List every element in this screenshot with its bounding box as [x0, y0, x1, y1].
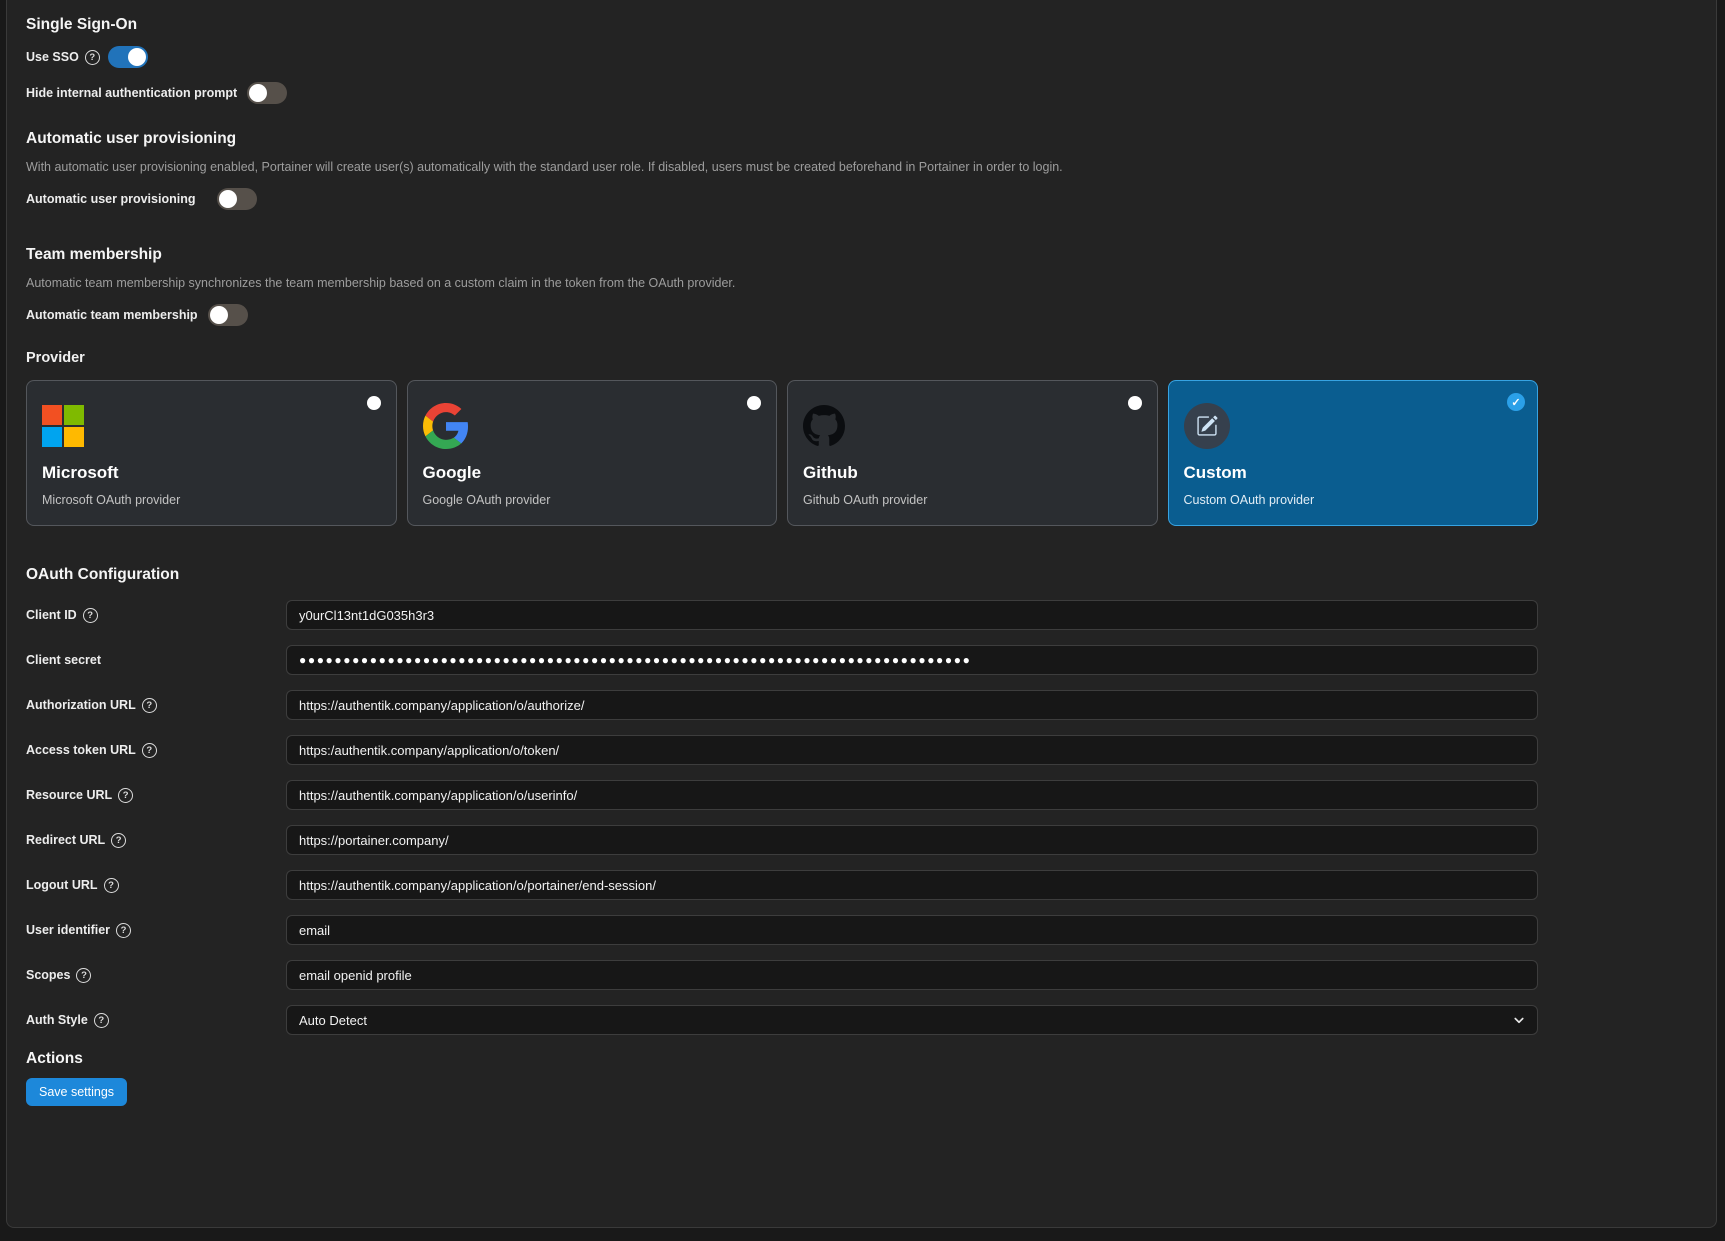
- help-icon[interactable]: ?: [142, 743, 157, 758]
- toggle-knob: [210, 306, 228, 324]
- chevron-down-icon: [1513, 1014, 1525, 1026]
- radio-unselected-icon[interactable]: [747, 396, 761, 410]
- provider-card-title: Google: [423, 463, 761, 483]
- provider-card-github[interactable]: Github Github OAuth provider: [787, 380, 1158, 526]
- logout-url-label: Logout URL: [26, 878, 98, 892]
- team-toggle-label: Automatic team membership: [26, 308, 198, 322]
- user-identifier-label: User identifier: [26, 923, 110, 937]
- help-icon[interactable]: ?: [83, 608, 98, 623]
- access-token-url-row: Access token URL ?: [26, 735, 1538, 765]
- hide-prompt-toggle[interactable]: [247, 82, 287, 104]
- user-identifier-input[interactable]: [286, 915, 1538, 945]
- scopes-label: Scopes: [26, 968, 70, 982]
- provider-card-microsoft[interactable]: Microsoft Microsoft OAuth provider: [26, 380, 397, 526]
- hide-prompt-row: Hide internal authentication prompt: [26, 82, 1538, 104]
- redirect-url-row: Redirect URL ?: [26, 825, 1538, 855]
- client-secret-row: Client secret: [26, 645, 1538, 675]
- resource-url-input[interactable]: [286, 780, 1538, 810]
- provider-card-custom[interactable]: ✓ Custom Custom OAuth provider: [1168, 380, 1539, 526]
- provider-card-subtitle: Custom OAuth provider: [1184, 493, 1522, 507]
- oauth-form: Client ID ? Client secret Authorization …: [26, 600, 1538, 1035]
- help-icon[interactable]: ?: [76, 968, 91, 983]
- provisioning-toggle[interactable]: [217, 188, 257, 210]
- oauth-section-title: OAuth Configuration: [26, 566, 1538, 584]
- use-sso-toggle[interactable]: [108, 46, 148, 68]
- radio-unselected-icon[interactable]: [367, 396, 381, 410]
- use-sso-row: Use SSO ?: [26, 46, 1538, 68]
- check-icon: ✓: [1507, 393, 1525, 411]
- microsoft-logo-icon: [42, 403, 380, 449]
- provider-card-subtitle: Google OAuth provider: [423, 493, 761, 507]
- provider-card-title: Microsoft: [42, 463, 380, 483]
- redirect-url-input[interactable]: [286, 825, 1538, 855]
- provisioning-section-title: Automatic user provisioning: [26, 130, 1538, 148]
- provider-card-subtitle: Microsoft OAuth provider: [42, 493, 380, 507]
- auth-style-row: Auth Style ? Auto Detect: [26, 1005, 1538, 1035]
- auth-style-selected-value: Auto Detect: [299, 1013, 367, 1028]
- help-icon[interactable]: ?: [85, 50, 100, 65]
- provisioning-toggle-label: Automatic user provisioning: [26, 192, 195, 206]
- client-secret-label: Client secret: [26, 653, 101, 667]
- provider-card-title: Github: [803, 463, 1141, 483]
- redirect-url-label: Redirect URL: [26, 833, 105, 847]
- team-toggle[interactable]: [208, 304, 248, 326]
- actions-section-title: Actions: [26, 1050, 1538, 1068]
- logout-url-input[interactable]: [286, 870, 1538, 900]
- sso-section-title: Single Sign-On: [26, 16, 1538, 34]
- auth-style-select[interactable]: Auto Detect: [286, 1005, 1538, 1035]
- client-id-input[interactable]: [286, 600, 1538, 630]
- team-row: Automatic team membership: [26, 304, 1538, 326]
- access-token-url-input[interactable]: [286, 735, 1538, 765]
- team-description: Automatic team membership synchronizes t…: [26, 276, 1538, 290]
- client-id-row: Client ID ?: [26, 600, 1538, 630]
- logout-url-row: Logout URL ?: [26, 870, 1538, 900]
- provider-card-title: Custom: [1184, 463, 1522, 483]
- radio-unselected-icon[interactable]: [1128, 396, 1142, 410]
- auth-style-label: Auth Style: [26, 1013, 88, 1027]
- help-icon[interactable]: ?: [118, 788, 133, 803]
- help-icon[interactable]: ?: [104, 878, 119, 893]
- provisioning-row: Automatic user provisioning: [26, 188, 1538, 210]
- provider-card-subtitle: Github OAuth provider: [803, 493, 1141, 507]
- toggle-knob: [249, 84, 267, 102]
- google-logo-icon: [423, 403, 761, 449]
- scopes-row: Scopes ?: [26, 960, 1538, 990]
- provider-section-title: Provider: [26, 350, 1538, 366]
- authorization-url-label: Authorization URL: [26, 698, 136, 712]
- settings-panel: Single Sign-On Use SSO ? Hide internal a…: [6, 0, 1717, 1228]
- save-settings-button[interactable]: Save settings: [26, 1078, 127, 1106]
- authorization-url-row: Authorization URL ?: [26, 690, 1538, 720]
- access-token-url-label: Access token URL: [26, 743, 136, 757]
- oauth-settings-content: Single Sign-On Use SSO ? Hide internal a…: [7, 0, 1716, 1106]
- user-identifier-row: User identifier ?: [26, 915, 1538, 945]
- provider-card-google[interactable]: Google Google OAuth provider: [407, 380, 778, 526]
- resource-url-row: Resource URL ?: [26, 780, 1538, 810]
- edit-icon: [1184, 403, 1522, 449]
- scopes-input[interactable]: [286, 960, 1538, 990]
- use-sso-label: Use SSO: [26, 50, 79, 64]
- hide-prompt-label: Hide internal authentication prompt: [26, 86, 237, 100]
- help-icon[interactable]: ?: [94, 1013, 109, 1028]
- github-logo-icon: [803, 403, 1141, 449]
- resource-url-label: Resource URL: [26, 788, 112, 802]
- authorization-url-input[interactable]: [286, 690, 1538, 720]
- help-icon[interactable]: ?: [116, 923, 131, 938]
- help-icon[interactable]: ?: [142, 698, 157, 713]
- client-secret-input[interactable]: [286, 645, 1538, 675]
- toggle-knob: [219, 190, 237, 208]
- provisioning-description: With automatic user provisioning enabled…: [26, 160, 1538, 174]
- provider-cards: Microsoft Microsoft OAuth provider Googl…: [26, 380, 1538, 526]
- client-id-label: Client ID: [26, 608, 77, 622]
- team-section-title: Team membership: [26, 246, 1538, 264]
- toggle-knob: [128, 48, 146, 66]
- help-icon[interactable]: ?: [111, 833, 126, 848]
